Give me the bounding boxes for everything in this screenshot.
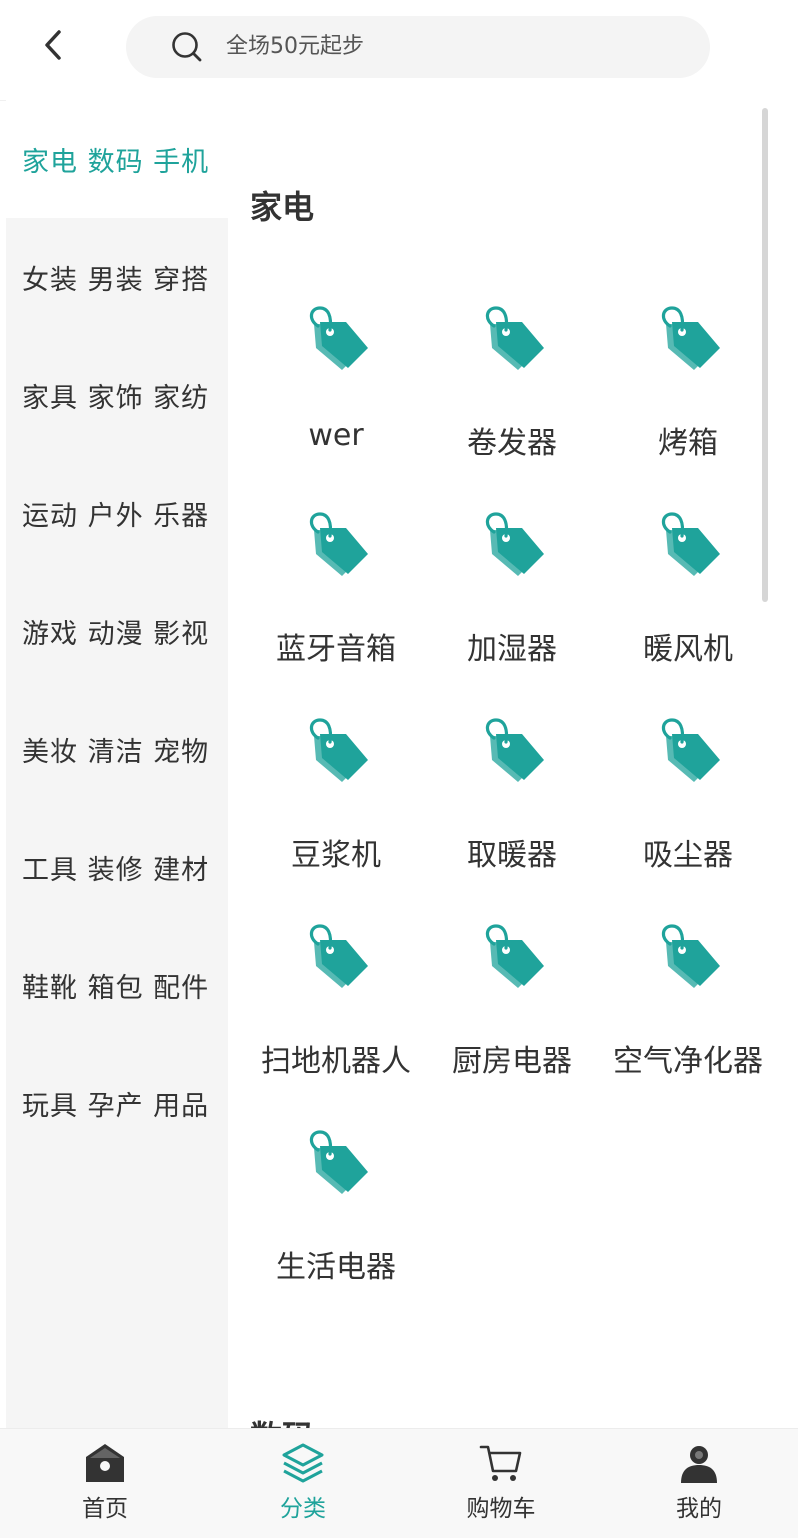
subcategory-item[interactable]: 取暖器 — [424, 718, 600, 898]
price-tag-icon — [661, 924, 720, 988]
subcategory-item[interactable]: 空气净化器 — [600, 924, 776, 1104]
subcategory-item[interactable]: 豆浆机 — [248, 718, 424, 898]
price-tag-icon — [485, 512, 544, 576]
category-sidebar: 家电 数码 手机 女装 男装 穿搭 家具 家饰 家纺 运动 户外 乐器 游戏 动… — [6, 100, 228, 1428]
sidebar-item-sports[interactable]: 运动 户外 乐器 — [6, 454, 228, 572]
app-frame: 家电 数码 手机 女装 男装 穿搭 家具 家饰 家纺 运动 户外 乐器 游戏 动… — [0, 0, 798, 1538]
section-title: 家电 — [250, 188, 315, 226]
search-input[interactable] — [226, 16, 666, 78]
subcategory-label: 暖风机 — [643, 632, 733, 667]
tab-home-label: 首页 — [82, 1496, 128, 1522]
subcategory-item[interactable]: 吸尘器 — [600, 718, 776, 898]
price-tag-icon — [309, 718, 368, 782]
tab-cart-label: 购物车 — [466, 1496, 536, 1522]
home-icon — [86, 1444, 124, 1482]
tab-category[interactable]: 分类 — [204, 1429, 402, 1538]
tab-cart[interactable]: 购物车 — [402, 1429, 600, 1538]
price-tag-icon — [485, 924, 544, 988]
price-tag-icon — [661, 718, 720, 782]
tab-home[interactable]: 首页 — [6, 1429, 204, 1538]
subcategory-label: 吸尘器 — [643, 838, 733, 873]
price-tag-icon — [309, 1130, 368, 1194]
bottom-tab-bar: 首页 分类 购物车 我的 — [0, 1428, 798, 1538]
subcategory-item[interactable]: 加湿器 — [424, 512, 600, 692]
layers-icon — [282, 1443, 324, 1483]
category-content[interactable]: 家电 wer 卷发器烤箱蓝牙音箱 加湿器暖风机豆浆机 取暖器吸尘器扫地机器人 厨房电器空… — [228, 100, 798, 1428]
sidebar-item-tools[interactable]: 工具 装修 建材 — [6, 808, 228, 926]
price-tag-icon — [309, 512, 368, 576]
user-icon — [681, 1446, 717, 1483]
tab-mine-label: 我的 — [676, 1496, 722, 1522]
cart-icon — [479, 1445, 522, 1481]
chevron-left-icon — [45, 30, 61, 60]
price-tag-icon — [309, 306, 368, 370]
sidebar-item-appliances-digital-phones[interactable]: 家电 数码 手机 — [6, 100, 228, 218]
sidebar-item-furniture[interactable]: 家具 家饰 家纺 — [6, 336, 228, 454]
top-bar — [0, 0, 798, 101]
back-button[interactable] — [30, 22, 76, 68]
subcategory-label: 生活电器 — [276, 1250, 396, 1285]
price-tag-icon — [661, 512, 720, 576]
subcategory-label: 空气净化器 — [613, 1044, 763, 1079]
subcategory-item[interactable]: 卷发器 — [424, 306, 600, 486]
tab-category-label: 分类 — [280, 1496, 326, 1522]
subcategory-item[interactable]: 生活电器 — [248, 1130, 424, 1310]
next-section-title: 数码 — [250, 1412, 314, 1428]
price-tag-icon — [661, 306, 720, 370]
subcategory-item[interactable]: wer — [248, 306, 424, 486]
subcategory-item[interactable]: 烤箱 — [600, 306, 776, 486]
sidebar-item-toys[interactable]: 玩具 孕产 用品 — [6, 1044, 228, 1162]
price-tag-icon — [485, 306, 544, 370]
subcategory-item[interactable]: 暖风机 — [600, 512, 776, 692]
subcategory-label: 烤箱 — [658, 426, 718, 461]
price-tag-icon — [309, 924, 368, 988]
subcategory-item[interactable]: 扫地机器人 — [248, 924, 424, 1104]
price-tag-icon — [485, 718, 544, 782]
sidebar-item-games[interactable]: 游戏 动漫 影视 — [6, 572, 228, 690]
sidebar-item-shoes[interactable]: 鞋靴 箱包 配件 — [6, 926, 228, 1044]
search-bar[interactable] — [126, 16, 710, 78]
subcategory-item[interactable]: 蓝牙音箱 — [248, 512, 424, 692]
tab-mine[interactable]: 我的 — [600, 1429, 798, 1538]
subcategory-item[interactable]: 厨房电器 — [424, 924, 600, 1104]
search-icon — [172, 32, 202, 62]
sidebar-item-beauty[interactable]: 美妆 清洁 宠物 — [6, 690, 228, 808]
sidebar-item-clothing[interactable]: 女装 男装 穿搭 — [6, 218, 228, 336]
